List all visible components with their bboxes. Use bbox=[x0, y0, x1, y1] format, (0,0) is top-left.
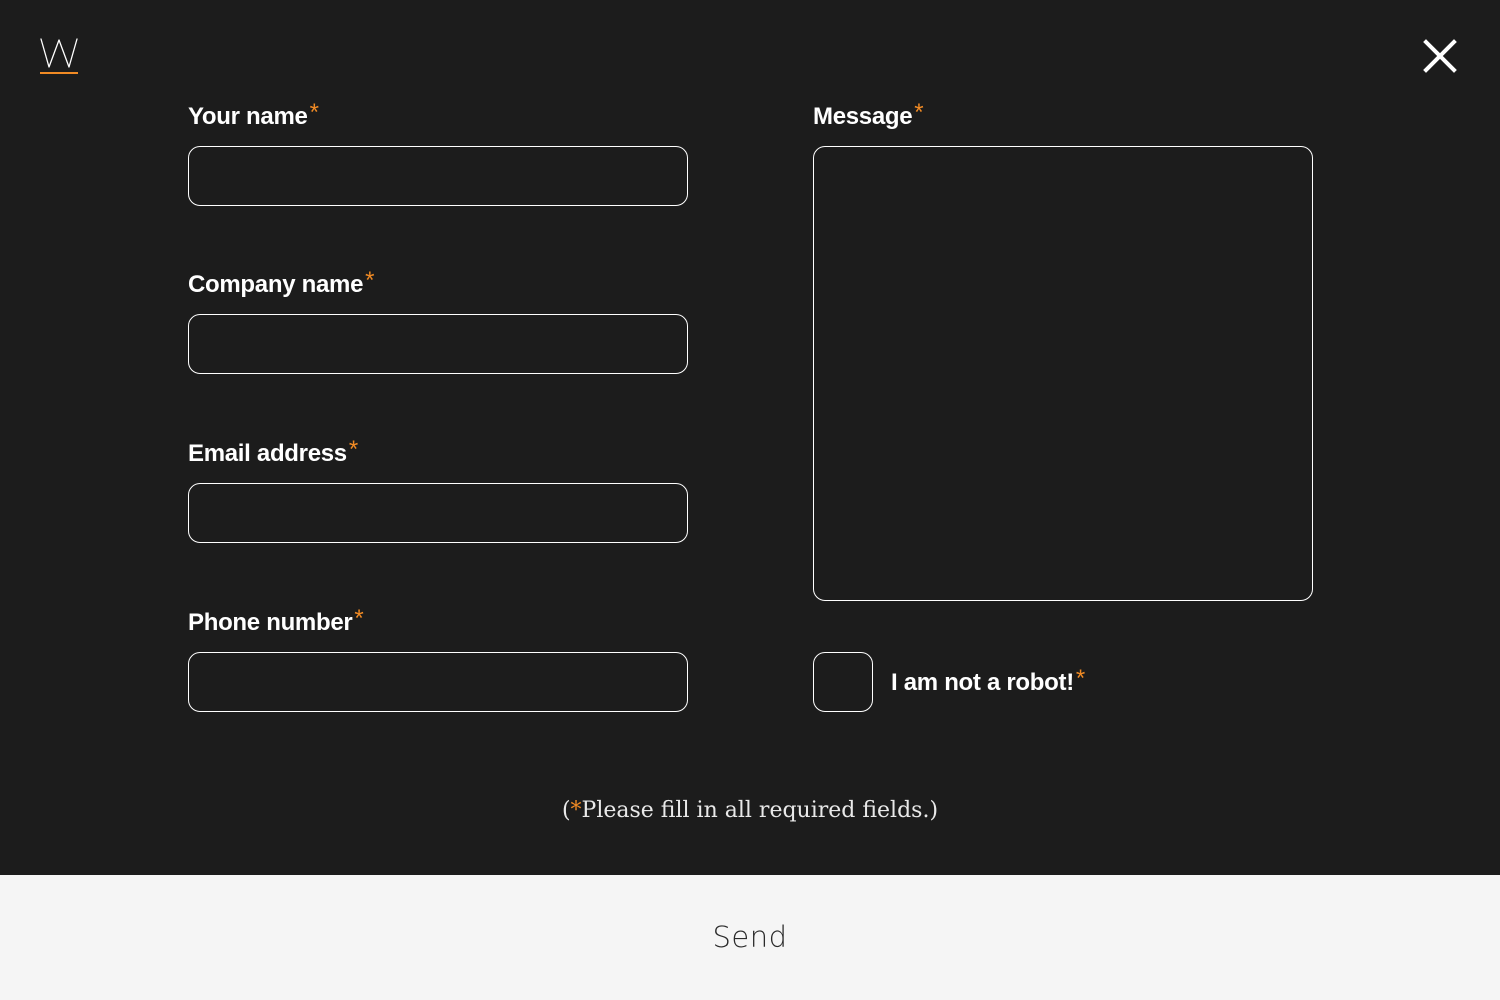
required-marker: * bbox=[309, 99, 319, 126]
email-address-label: Email address* bbox=[188, 436, 358, 468]
close-icon bbox=[1423, 39, 1457, 73]
your-name-input[interactable] bbox=[188, 146, 688, 206]
company-name-label-text: Company name bbox=[188, 271, 364, 298]
required-marker: * bbox=[1075, 665, 1085, 692]
send-button[interactable]: Send bbox=[0, 875, 1500, 1000]
message-label: Message* bbox=[813, 99, 924, 131]
required-marker: * bbox=[914, 99, 924, 126]
email-address-label-text: Email address bbox=[188, 440, 347, 467]
required-marker: * bbox=[354, 605, 364, 632]
phone-number-label-text: Phone number bbox=[188, 609, 353, 636]
not-a-robot-label[interactable]: I am not a robot!* bbox=[891, 665, 1085, 697]
company-name-label: Company name* bbox=[188, 267, 374, 299]
email-address-input[interactable] bbox=[188, 483, 688, 543]
note-star: * bbox=[570, 798, 582, 823]
close-button[interactable] bbox=[1420, 36, 1460, 76]
not-a-robot-label-text: I am not a robot! bbox=[891, 669, 1074, 696]
your-name-label-text: Your name bbox=[188, 103, 308, 130]
phone-number-label: Phone number* bbox=[188, 605, 364, 637]
contact-form-page: Your name* Company name* Email address* … bbox=[0, 0, 1500, 1000]
logo[interactable] bbox=[40, 36, 78, 76]
your-name-label: Your name* bbox=[188, 99, 319, 131]
not-a-robot-checkbox[interactable] bbox=[813, 652, 873, 712]
note-text: Please fill in all required fields.) bbox=[581, 798, 939, 823]
message-textarea[interactable] bbox=[813, 146, 1313, 601]
required-fields-note: (*Please fill in all required fields.) bbox=[0, 796, 1500, 826]
send-button-label: Send bbox=[712, 920, 788, 954]
note-open-paren: ( bbox=[561, 798, 571, 823]
required-marker: * bbox=[348, 436, 358, 463]
w-logo-icon bbox=[40, 38, 78, 74]
phone-number-input[interactable] bbox=[188, 652, 688, 712]
company-name-input[interactable] bbox=[188, 314, 688, 374]
required-marker: * bbox=[365, 267, 375, 294]
message-label-text: Message bbox=[813, 103, 913, 130]
